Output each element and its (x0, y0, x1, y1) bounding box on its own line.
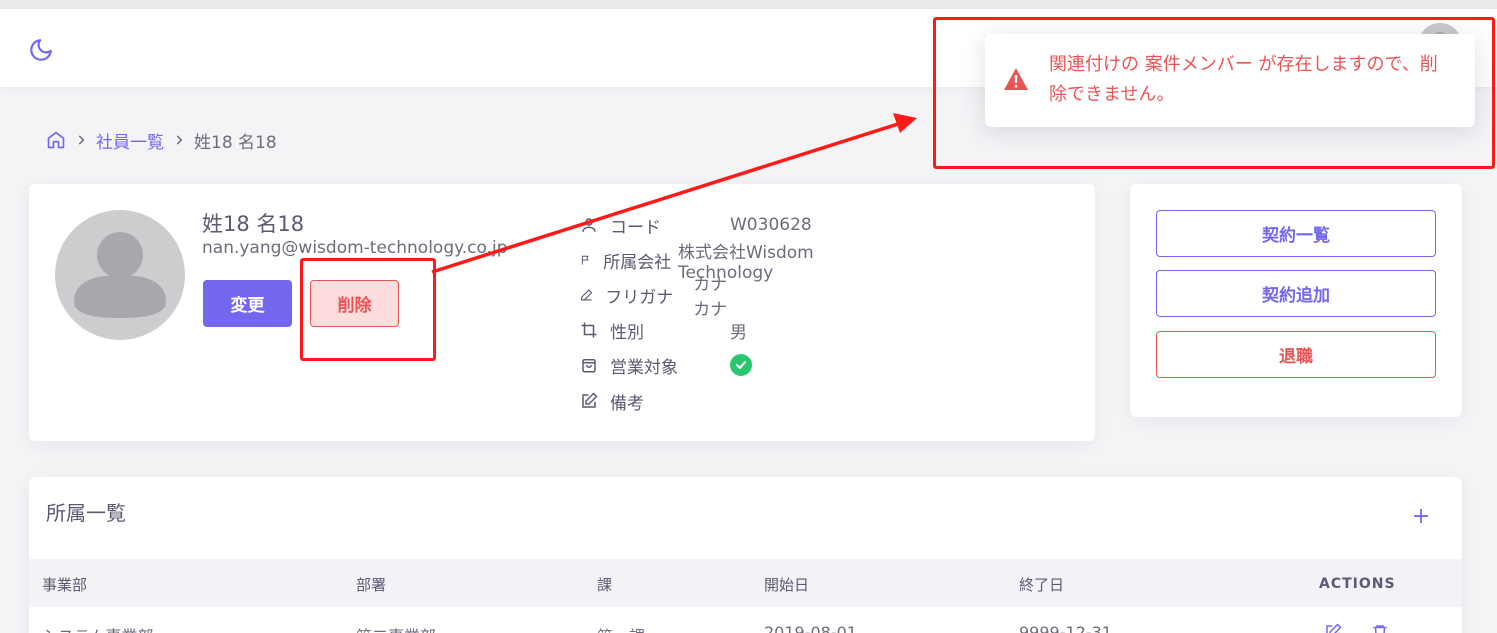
annotation-arrow (431, 113, 917, 274)
